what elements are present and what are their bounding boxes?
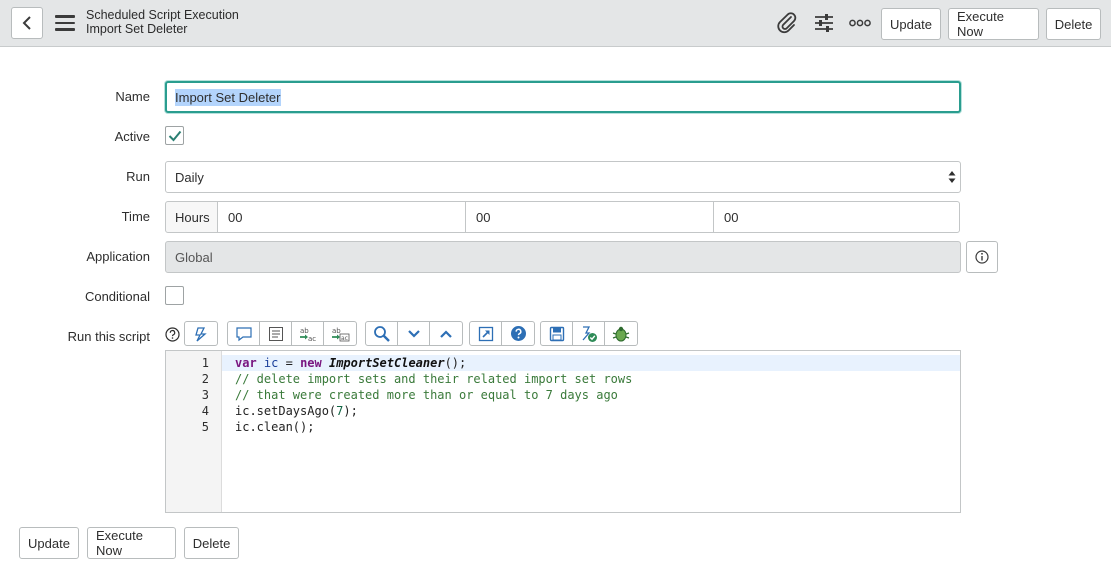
- conditional-label: Conditional: [84, 289, 150, 304]
- search-icon[interactable]: [366, 322, 398, 345]
- time-minutes-input[interactable]: 00: [465, 201, 714, 233]
- replace-all-icon[interactable]: ab ac: [324, 322, 356, 345]
- application-label: Application: [86, 249, 150, 264]
- line-number: 3: [201, 388, 209, 402]
- active-checkbox[interactable]: [165, 126, 184, 145]
- code-line-1: var ic = new ImportSetCleaner();: [235, 356, 467, 370]
- back-icon: [22, 16, 31, 30]
- code-line-3: // that were created more than or equal …: [235, 388, 618, 402]
- debug-icon[interactable]: [605, 322, 637, 345]
- record-type: Scheduled Script Execution: [86, 8, 239, 22]
- fullscreen-icon[interactable]: [470, 322, 502, 345]
- header-update-button[interactable]: Update: [881, 8, 941, 40]
- line-number-gutter: 1 2 3 4 5: [166, 351, 222, 512]
- format-code-icon[interactable]: [260, 322, 292, 345]
- line-number: 5: [201, 420, 209, 434]
- svg-text:ac: ac: [341, 335, 348, 342]
- application-field: Global: [165, 241, 961, 273]
- select-arrows-icon: [948, 171, 956, 183]
- toolbar-group-format: [184, 321, 218, 346]
- line-number: 2: [201, 372, 209, 386]
- next-icon[interactable]: [398, 322, 430, 345]
- code-line-4: ic.setDaysAgo(7);: [235, 404, 358, 418]
- script-editor[interactable]: 1 2 3 4 5 var ic = new ImportSetCleaner(…: [165, 350, 961, 513]
- comment-icon[interactable]: [228, 322, 260, 345]
- footer-delete-button[interactable]: Delete: [184, 527, 239, 559]
- code-line-2: // delete import sets and their related …: [235, 372, 633, 386]
- previous-icon[interactable]: [430, 322, 462, 345]
- name-field[interactable]: Import Set Deleter: [165, 81, 961, 113]
- conditional-checkbox[interactable]: [165, 286, 184, 305]
- time-seconds-input[interactable]: 00: [713, 201, 960, 233]
- name-value: Import Set Deleter: [175, 88, 281, 106]
- code-line-5: ic.clean();: [235, 420, 315, 434]
- format-icon[interactable]: [185, 322, 217, 345]
- toolbar-group-tools: [540, 321, 638, 346]
- active-label: Active: [114, 129, 150, 144]
- back-button[interactable]: [11, 7, 43, 39]
- footer-execute-now-button[interactable]: Execute Now: [87, 527, 176, 559]
- settings-sliders-icon[interactable]: [813, 12, 835, 34]
- run-value: Daily: [175, 169, 204, 185]
- svg-text:ac: ac: [308, 335, 316, 342]
- script-label: Run this script: [67, 329, 150, 344]
- toolbar-group-search: [365, 321, 463, 346]
- time-label: Time: [121, 209, 150, 224]
- line-number: 1: [201, 356, 209, 370]
- replace-icon[interactable]: ab ac: [292, 322, 324, 345]
- application-value: Global: [175, 249, 213, 265]
- time-unit-label: Hours: [165, 201, 218, 233]
- paperclip-icon[interactable]: [776, 12, 798, 34]
- svg-text:ab: ab: [300, 327, 309, 335]
- checkmark-icon: [168, 130, 181, 141]
- save-icon[interactable]: [541, 322, 573, 345]
- run-label: Run: [126, 169, 150, 184]
- record-name: Import Set Deleter: [86, 22, 188, 36]
- run-select[interactable]: Daily: [165, 161, 961, 193]
- toolbar-group-view: [469, 321, 535, 346]
- line-number: 4: [201, 404, 209, 418]
- time-hours-input[interactable]: 00: [217, 201, 466, 233]
- toolbar-group-edit: ab ac ab ac: [227, 321, 357, 346]
- menu-icon[interactable]: [55, 15, 75, 31]
- syntax-help-icon[interactable]: [502, 322, 534, 345]
- header-execute-now-button[interactable]: Execute Now: [948, 8, 1039, 40]
- more-icon[interactable]: [849, 12, 871, 34]
- header-delete-button[interactable]: Delete: [1046, 8, 1101, 40]
- record-title: Scheduled Script Execution Import Set De…: [86, 8, 239, 36]
- footer-update-button[interactable]: Update: [19, 527, 79, 559]
- info-icon: [975, 250, 989, 264]
- application-info-button[interactable]: [966, 241, 998, 273]
- form-header: Scheduled Script Execution Import Set De…: [0, 0, 1111, 47]
- name-label: Name: [115, 89, 150, 104]
- help-icon[interactable]: [165, 327, 180, 342]
- check-syntax-icon[interactable]: [573, 322, 605, 345]
